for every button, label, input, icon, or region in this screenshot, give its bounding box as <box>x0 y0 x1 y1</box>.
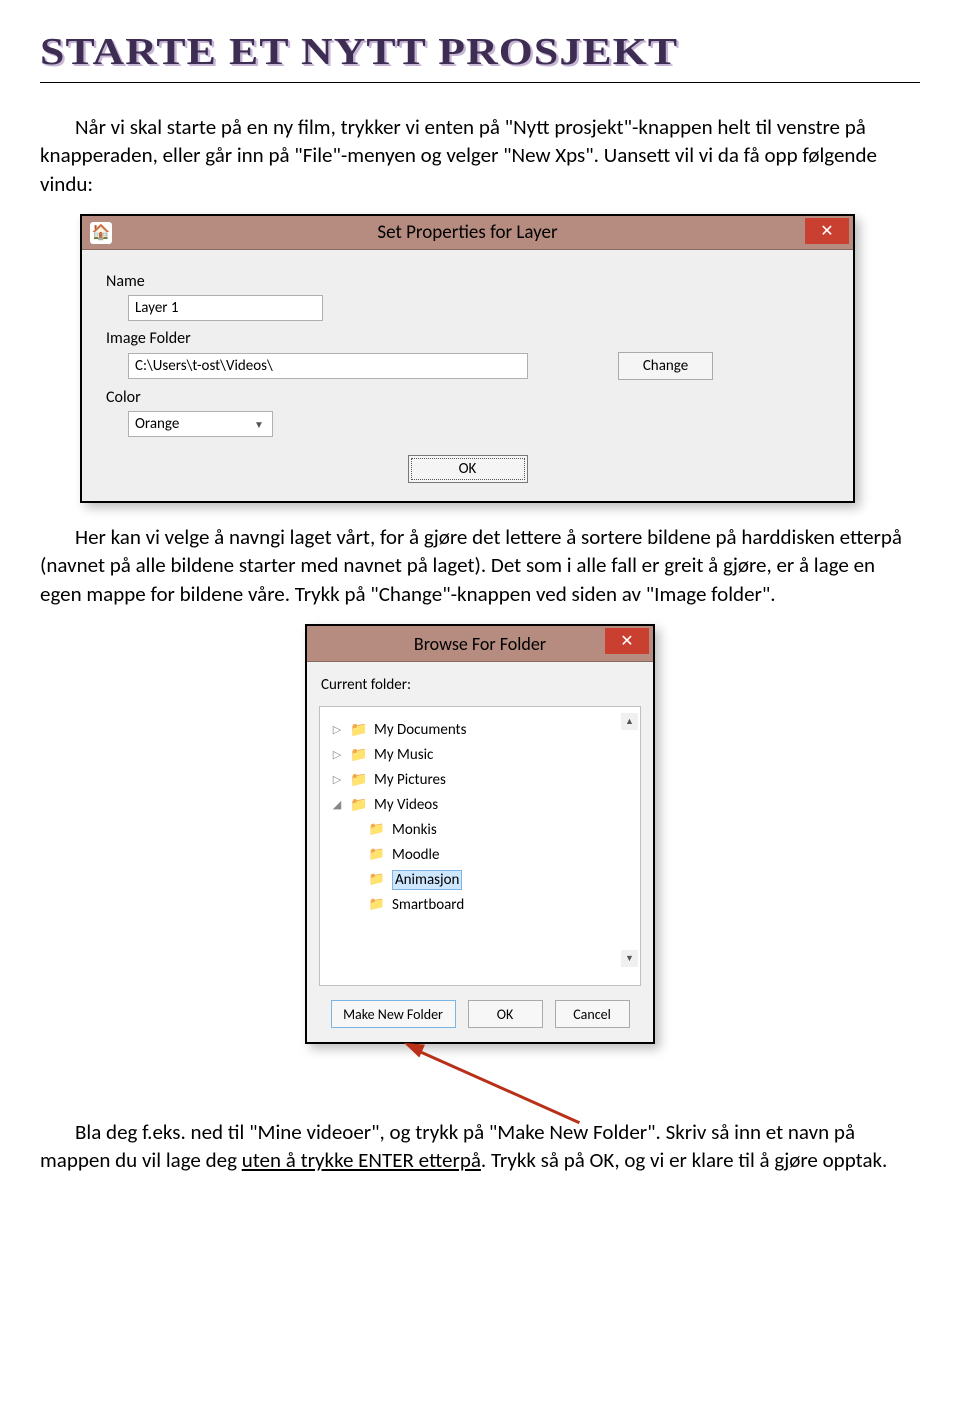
folder-icon: 📁 <box>367 871 387 889</box>
end-para: Bla deg f.eks. ned til "Mine videoer", o… <box>40 1118 920 1175</box>
divider <box>40 82 920 83</box>
tree-item-label: Smartboard <box>392 896 464 914</box>
folder-icon: 📁 <box>367 896 387 914</box>
pointer-arrow <box>305 1048 655 1118</box>
tree-item[interactable]: 📁 Smartboard <box>320 892 640 917</box>
name-input[interactable]: Layer 1 <box>128 295 323 321</box>
expand-icon[interactable]: ▷ <box>330 748 344 761</box>
tree-item-label: My Pictures <box>374 771 446 789</box>
browse-folder-dialog: Browse For Folder ✕ Current folder: ▷ 📁 … <box>305 624 655 1044</box>
dialog-titlebar: Browse For Folder ✕ <box>307 626 653 662</box>
mid-para: Her kan vi velge å navngi laget vårt, fo… <box>40 523 920 608</box>
scroll-up-icon[interactable]: ▲ <box>621 713 638 730</box>
color-select[interactable]: Orange ▼ <box>128 411 273 437</box>
chevron-down-icon: ▼ <box>254 418 268 431</box>
tree-item[interactable]: ▷ 📁 My Pictures <box>320 767 640 792</box>
scrollbar[interactable]: ▲ ▼ <box>621 713 638 967</box>
page-title: STARTE ET NYTT PROSJEKT <box>40 30 960 74</box>
tree-item[interactable]: ▷ 📁 My Music <box>320 742 640 767</box>
tree-item-label: My Music <box>374 746 433 764</box>
close-button[interactable]: ✕ <box>605 628 649 654</box>
tree-item-label: Monkis <box>392 821 437 839</box>
folder-icon: 📁 <box>349 771 369 789</box>
current-folder-label: Current folder: <box>321 676 641 694</box>
scroll-down-icon[interactable]: ▼ <box>621 950 638 967</box>
intro-para: Når vi skal starte på en ny film, trykke… <box>40 113 920 198</box>
color-label: Color <box>106 388 835 407</box>
dialog-title: Set Properties for Layer <box>82 221 853 244</box>
tree-item[interactable]: ▷ 📁 My Documents <box>320 717 640 742</box>
set-properties-dialog: 🏠 Set Properties for Layer ✕ Name Layer … <box>80 214 855 503</box>
tree-item[interactable]: 📁 Moodle <box>320 842 640 867</box>
folder-icon: 📁 <box>349 796 369 814</box>
ok-button[interactable]: OK <box>468 1000 543 1028</box>
cancel-button[interactable]: Cancel <box>555 1000 630 1028</box>
dialog-titlebar: 🏠 Set Properties for Layer ✕ <box>82 216 853 250</box>
folder-tree: ▷ 📁 My Documents ▷ 📁 My Music ▷ 📁 My Pic… <box>319 706 641 986</box>
dialog-body: Current folder: ▷ 📁 My Documents ▷ 📁 My … <box>307 662 653 1042</box>
folder-icon: 📁 <box>349 746 369 764</box>
color-value: Orange <box>135 415 179 433</box>
tree-item-label: Animasjon <box>392 870 462 890</box>
image-folder-input[interactable]: C:\Users\t-ost\Videos\ <box>128 353 528 379</box>
tree-item-selected[interactable]: 📁 Animasjon <box>320 867 640 892</box>
tree-item-label: Moodle <box>392 846 439 864</box>
folder-icon: 📁 <box>367 821 387 839</box>
tree-item[interactable]: ◢ 📁 My Videos <box>320 792 640 817</box>
name-label: Name <box>106 272 835 291</box>
collapse-icon[interactable]: ◢ <box>330 798 344 811</box>
tree-item[interactable]: 📁 Monkis <box>320 817 640 842</box>
image-folder-label: Image Folder <box>106 329 835 348</box>
make-new-folder-button[interactable]: Make New Folder <box>331 1000 456 1028</box>
tree-item-label: My Documents <box>374 721 466 739</box>
dialog-body: Name Layer 1 Image Folder C:\Users\t-ost… <box>82 250 853 501</box>
folder-icon: 📁 <box>349 721 369 739</box>
dialog-title: Browse For Folder <box>414 633 546 655</box>
expand-icon[interactable]: ▷ <box>330 723 344 736</box>
ok-button[interactable]: OK <box>408 455 528 483</box>
tree-item-label: My Videos <box>374 796 438 814</box>
expand-icon[interactable]: ▷ <box>330 773 344 786</box>
change-button[interactable]: Change <box>618 352 713 380</box>
folder-icon: 📁 <box>367 846 387 864</box>
